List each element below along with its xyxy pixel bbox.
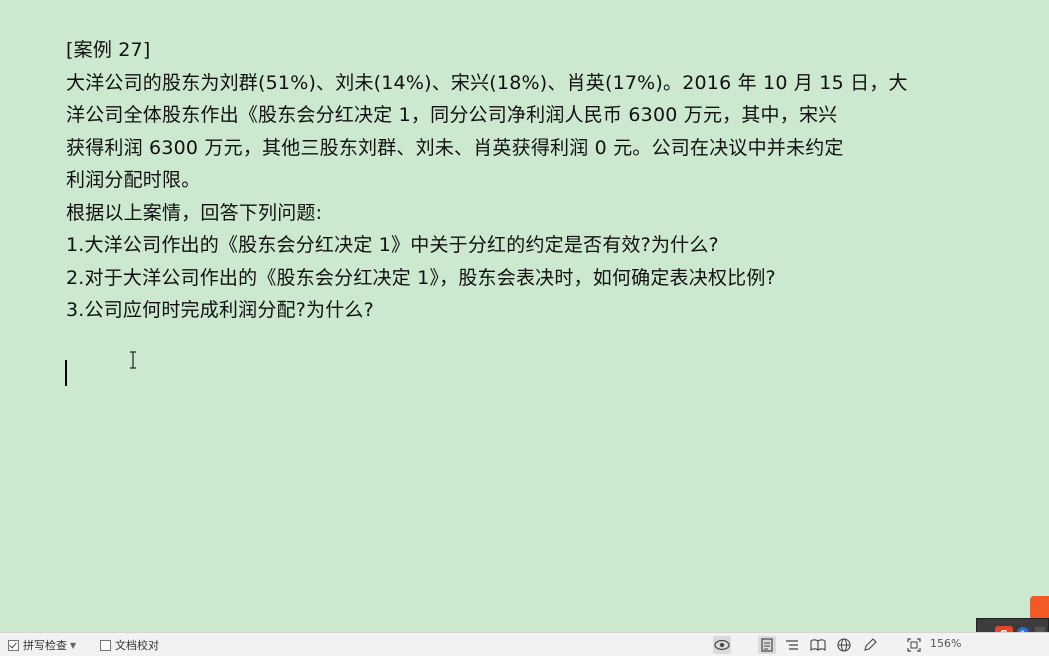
paragraph-line: 洋公司全体股东作出《股东会分红决定 1，同分公司净利润人民币 6300 万元，其… bbox=[66, 104, 838, 126]
paragraph-line: 获得利润 6300 万元，其他三股东刘群、刘未、肖英获得利润 0 元。公司在决议… bbox=[66, 136, 844, 159]
ime-logo-icon[interactable] bbox=[1030, 596, 1049, 620]
document-body[interactable]: [案例 27] 大洋公司的股东为刘群(51%)、刘未(14%)、宋兴(18%)、… bbox=[66, 34, 946, 327]
document-page[interactable]: [案例 27] 大洋公司的股东为刘群(51%)、刘未(14%)、宋兴(18%)、… bbox=[0, 0, 1049, 632]
outline-icon[interactable] bbox=[783, 636, 801, 654]
eye-icon[interactable] bbox=[713, 636, 731, 654]
status-bar: 拼写检查 ▼ 文档校对 156% bbox=[0, 632, 1049, 656]
text-caret bbox=[65, 360, 67, 386]
zoom-level[interactable]: 156% bbox=[930, 637, 961, 650]
proofread-control[interactable]: 文档校对 bbox=[100, 637, 159, 653]
reading-mode-icon[interactable] bbox=[809, 636, 827, 654]
question-2: 2.对于大洋公司作出的《股东会分红决定 1》，股东会表决时，如何确定表决权比例? bbox=[66, 266, 776, 289]
paragraph-line: 大洋公司的股东为刘群(51%)、刘未(14%)、宋兴(18%)、肖英(17%)。… bbox=[66, 71, 908, 94]
page-view-icon[interactable] bbox=[758, 636, 776, 654]
proofread-icon bbox=[100, 639, 111, 651]
chevron-down-icon: ▼ bbox=[70, 640, 77, 650]
question-3: 3.公司应何时完成利润分配?为什么? bbox=[66, 299, 374, 321]
ibeam-cursor-icon bbox=[130, 351, 136, 369]
pen-icon[interactable] bbox=[861, 636, 879, 654]
spellcheck-icon bbox=[8, 639, 19, 651]
web-layout-icon[interactable] bbox=[835, 636, 853, 654]
spellcheck-control[interactable]: 拼写检查 ▼ bbox=[8, 637, 76, 653]
paragraph-line: 利润分配时限。 bbox=[66, 169, 201, 191]
question-1: 1.大洋公司作出的《股东会分红决定 1》中关于分红的约定是否有效?为什么? bbox=[66, 234, 719, 256]
question-intro: 根据以上案情，回答下列问题: bbox=[66, 201, 323, 224]
proofread-label: 文档校对 bbox=[115, 639, 159, 652]
case-title: [案例 27] bbox=[66, 39, 151, 61]
fit-page-icon[interactable] bbox=[905, 636, 923, 654]
spellcheck-label: 拼写检查 bbox=[23, 639, 67, 652]
